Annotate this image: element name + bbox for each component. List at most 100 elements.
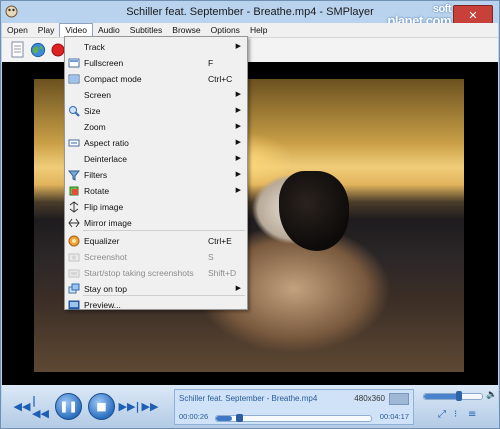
seek-handle[interactable]	[235, 414, 243, 422]
menu-item-filters[interactable]: Filters ▶	[65, 167, 247, 183]
menu-options[interactable]: Options	[206, 23, 245, 37]
menu-item-shortcut: F	[208, 58, 214, 68]
title-bar[interactable]: Schiller feat. September - Breathe.mp4 -…	[1, 1, 499, 27]
control-bar: ◀◀ |◀◀ ❚❚ ■ ▶▶| ▶▶ Schiller feat. Septem…	[2, 385, 498, 428]
menu-item-label: Flip image	[84, 202, 124, 212]
info-toggle-icon[interactable]	[389, 393, 409, 405]
submenu-arrow-icon: ▶	[235, 285, 241, 292]
compact-mode-icon	[68, 73, 80, 85]
menu-video[interactable]: Video	[59, 23, 93, 37]
menu-item-label: Start/stop taking screenshots	[84, 268, 194, 278]
menu-audio[interactable]: Audio	[93, 23, 125, 37]
playlist-icon[interactable]: ≡	[468, 409, 476, 420]
submenu-arrow-icon: ▶	[235, 139, 241, 146]
menu-item-equalizer[interactable]: Equalizer Ctrl+E	[65, 233, 247, 249]
menu-item-deinterlace[interactable]: Deinterlace ▶	[65, 151, 247, 167]
menu-item-label: Size	[84, 106, 101, 116]
seek-bar[interactable]	[215, 414, 372, 422]
next-button[interactable]: ▶▶|	[118, 400, 140, 413]
menu-item-fullscreen[interactable]: Fullscreen F	[65, 55, 247, 71]
close-icon: ✕	[468, 8, 478, 22]
screenshot-icon	[68, 251, 80, 263]
menu-item-zoom[interactable]: Zoom ▶	[65, 119, 247, 135]
menu-item-label: Screenshot	[84, 252, 127, 262]
media-resolution: 480x360	[354, 394, 385, 403]
open-url-icon[interactable]	[30, 41, 46, 59]
previous-button[interactable]: |◀◀	[32, 394, 52, 420]
menu-item-shortcut: Ctrl+C	[208, 74, 233, 84]
menu-item-aspect-ratio[interactable]: Aspect ratio ▶	[65, 135, 247, 151]
equalizer-button-icon[interactable]: ⁝	[454, 409, 457, 420]
rotate-icon	[68, 185, 80, 197]
submenu-arrow-icon: ▶	[235, 187, 241, 194]
menu-item-flip-image[interactable]: Flip image	[65, 199, 247, 215]
volume-handle[interactable]	[455, 391, 462, 401]
multi-screenshot-icon	[68, 267, 80, 279]
submenu-arrow-icon: ▶	[235, 155, 241, 162]
filters-icon	[68, 169, 80, 181]
menu-item-start-stop-taking-screenshots: Start/stop taking screenshots Shift+D	[65, 265, 247, 281]
menu-item-screen[interactable]: Screen ▶	[65, 87, 247, 103]
preview-icon	[68, 299, 80, 311]
submenu-arrow-icon: ▶	[235, 171, 241, 178]
menu-item-label: Rotate	[84, 186, 110, 196]
menu-item-label: Filters	[84, 170, 108, 180]
menu-item-shortcut: Shift+D	[208, 268, 237, 278]
submenu-arrow-icon: ▶	[235, 43, 241, 50]
submenu-arrow-icon: ▶	[235, 91, 241, 98]
forward-button[interactable]: ▶▶	[140, 400, 160, 413]
menu-item-label: Screen	[84, 90, 111, 100]
aspect-ratio-icon	[68, 137, 80, 149]
menu-item-compact-mode[interactable]: Compact mode Ctrl+C	[65, 71, 247, 87]
submenu-arrow-icon: ▶	[235, 107, 241, 114]
submenu-arrow-icon: ▶	[235, 123, 241, 130]
close-button[interactable]: ✕	[453, 5, 493, 25]
menu-help[interactable]: Help	[245, 23, 272, 37]
menu-item-rotate[interactable]: Rotate ▶	[65, 183, 247, 199]
equalizer-icon	[68, 235, 80, 247]
speaker-icon[interactable]: 🔈	[486, 390, 497, 400]
menu-item-label: Track	[84, 42, 105, 52]
menu-item-label: Deinterlace	[84, 154, 127, 164]
fullscreen-icon[interactable]: ⤢	[438, 409, 446, 420]
smplayer-window: Schiller feat. September - Breathe.mp4 -…	[0, 0, 500, 429]
video-menu-dropdown: Track ▶ Fullscreen F Compact mode Ctrl+C Scree…	[64, 36, 248, 310]
menu-item-screenshot: Screenshot S	[65, 249, 247, 265]
menu-item-preview[interactable]: Preview...	[65, 297, 247, 313]
menu-browse[interactable]: Browse	[167, 23, 205, 37]
menu-item-label: Mirror image	[84, 218, 132, 228]
menu-item-label: Equalizer	[84, 236, 120, 246]
stay-on-top-icon	[68, 283, 80, 295]
media-info-panel: Schiller feat. September - Breathe.mp4 4…	[174, 389, 414, 425]
mirror-image-icon	[68, 217, 80, 229]
menu-open[interactable]: Open	[2, 23, 33, 37]
seek-bar-fill	[216, 416, 232, 421]
open-file-icon[interactable]	[10, 41, 26, 59]
time-current: 00:00:26	[179, 412, 209, 421]
menu-subtitles[interactable]: Subtitles	[125, 23, 168, 37]
media-filename: Schiller feat. September - Breathe.mp4	[179, 394, 318, 403]
flip-image-icon	[68, 201, 80, 213]
menu-item-track[interactable]: Track ▶	[65, 39, 247, 55]
menu-item-size[interactable]: Size ▶	[65, 103, 247, 119]
menu-item-label: Zoom	[84, 122, 106, 132]
menu-item-label: Fullscreen	[84, 58, 124, 68]
fullscreen-icon	[68, 57, 80, 69]
menu-play[interactable]: Play	[33, 23, 60, 37]
stop-button[interactable]: ■	[88, 393, 115, 420]
menu-separator	[83, 230, 245, 231]
menu-separator	[83, 295, 245, 296]
volume-slider[interactable]	[423, 391, 483, 401]
size-icon	[68, 105, 80, 117]
rewind-button[interactable]: ◀◀	[12, 400, 32, 413]
menu-item-shortcut: Ctrl+E	[208, 236, 232, 246]
menu-item-label: Stay on top	[84, 284, 128, 294]
pause-button[interactable]: ❚❚	[55, 393, 82, 420]
menu-item-shortcut: S	[208, 252, 214, 262]
menu-item-label: Preview...	[84, 300, 121, 310]
volume-fill	[424, 394, 459, 399]
menu-item-label: Compact mode	[84, 74, 142, 84]
menu-item-mirror-image[interactable]: Mirror image	[65, 215, 247, 231]
menu-item-label: Aspect ratio	[84, 138, 129, 148]
time-total: 00:04:17	[379, 412, 409, 421]
